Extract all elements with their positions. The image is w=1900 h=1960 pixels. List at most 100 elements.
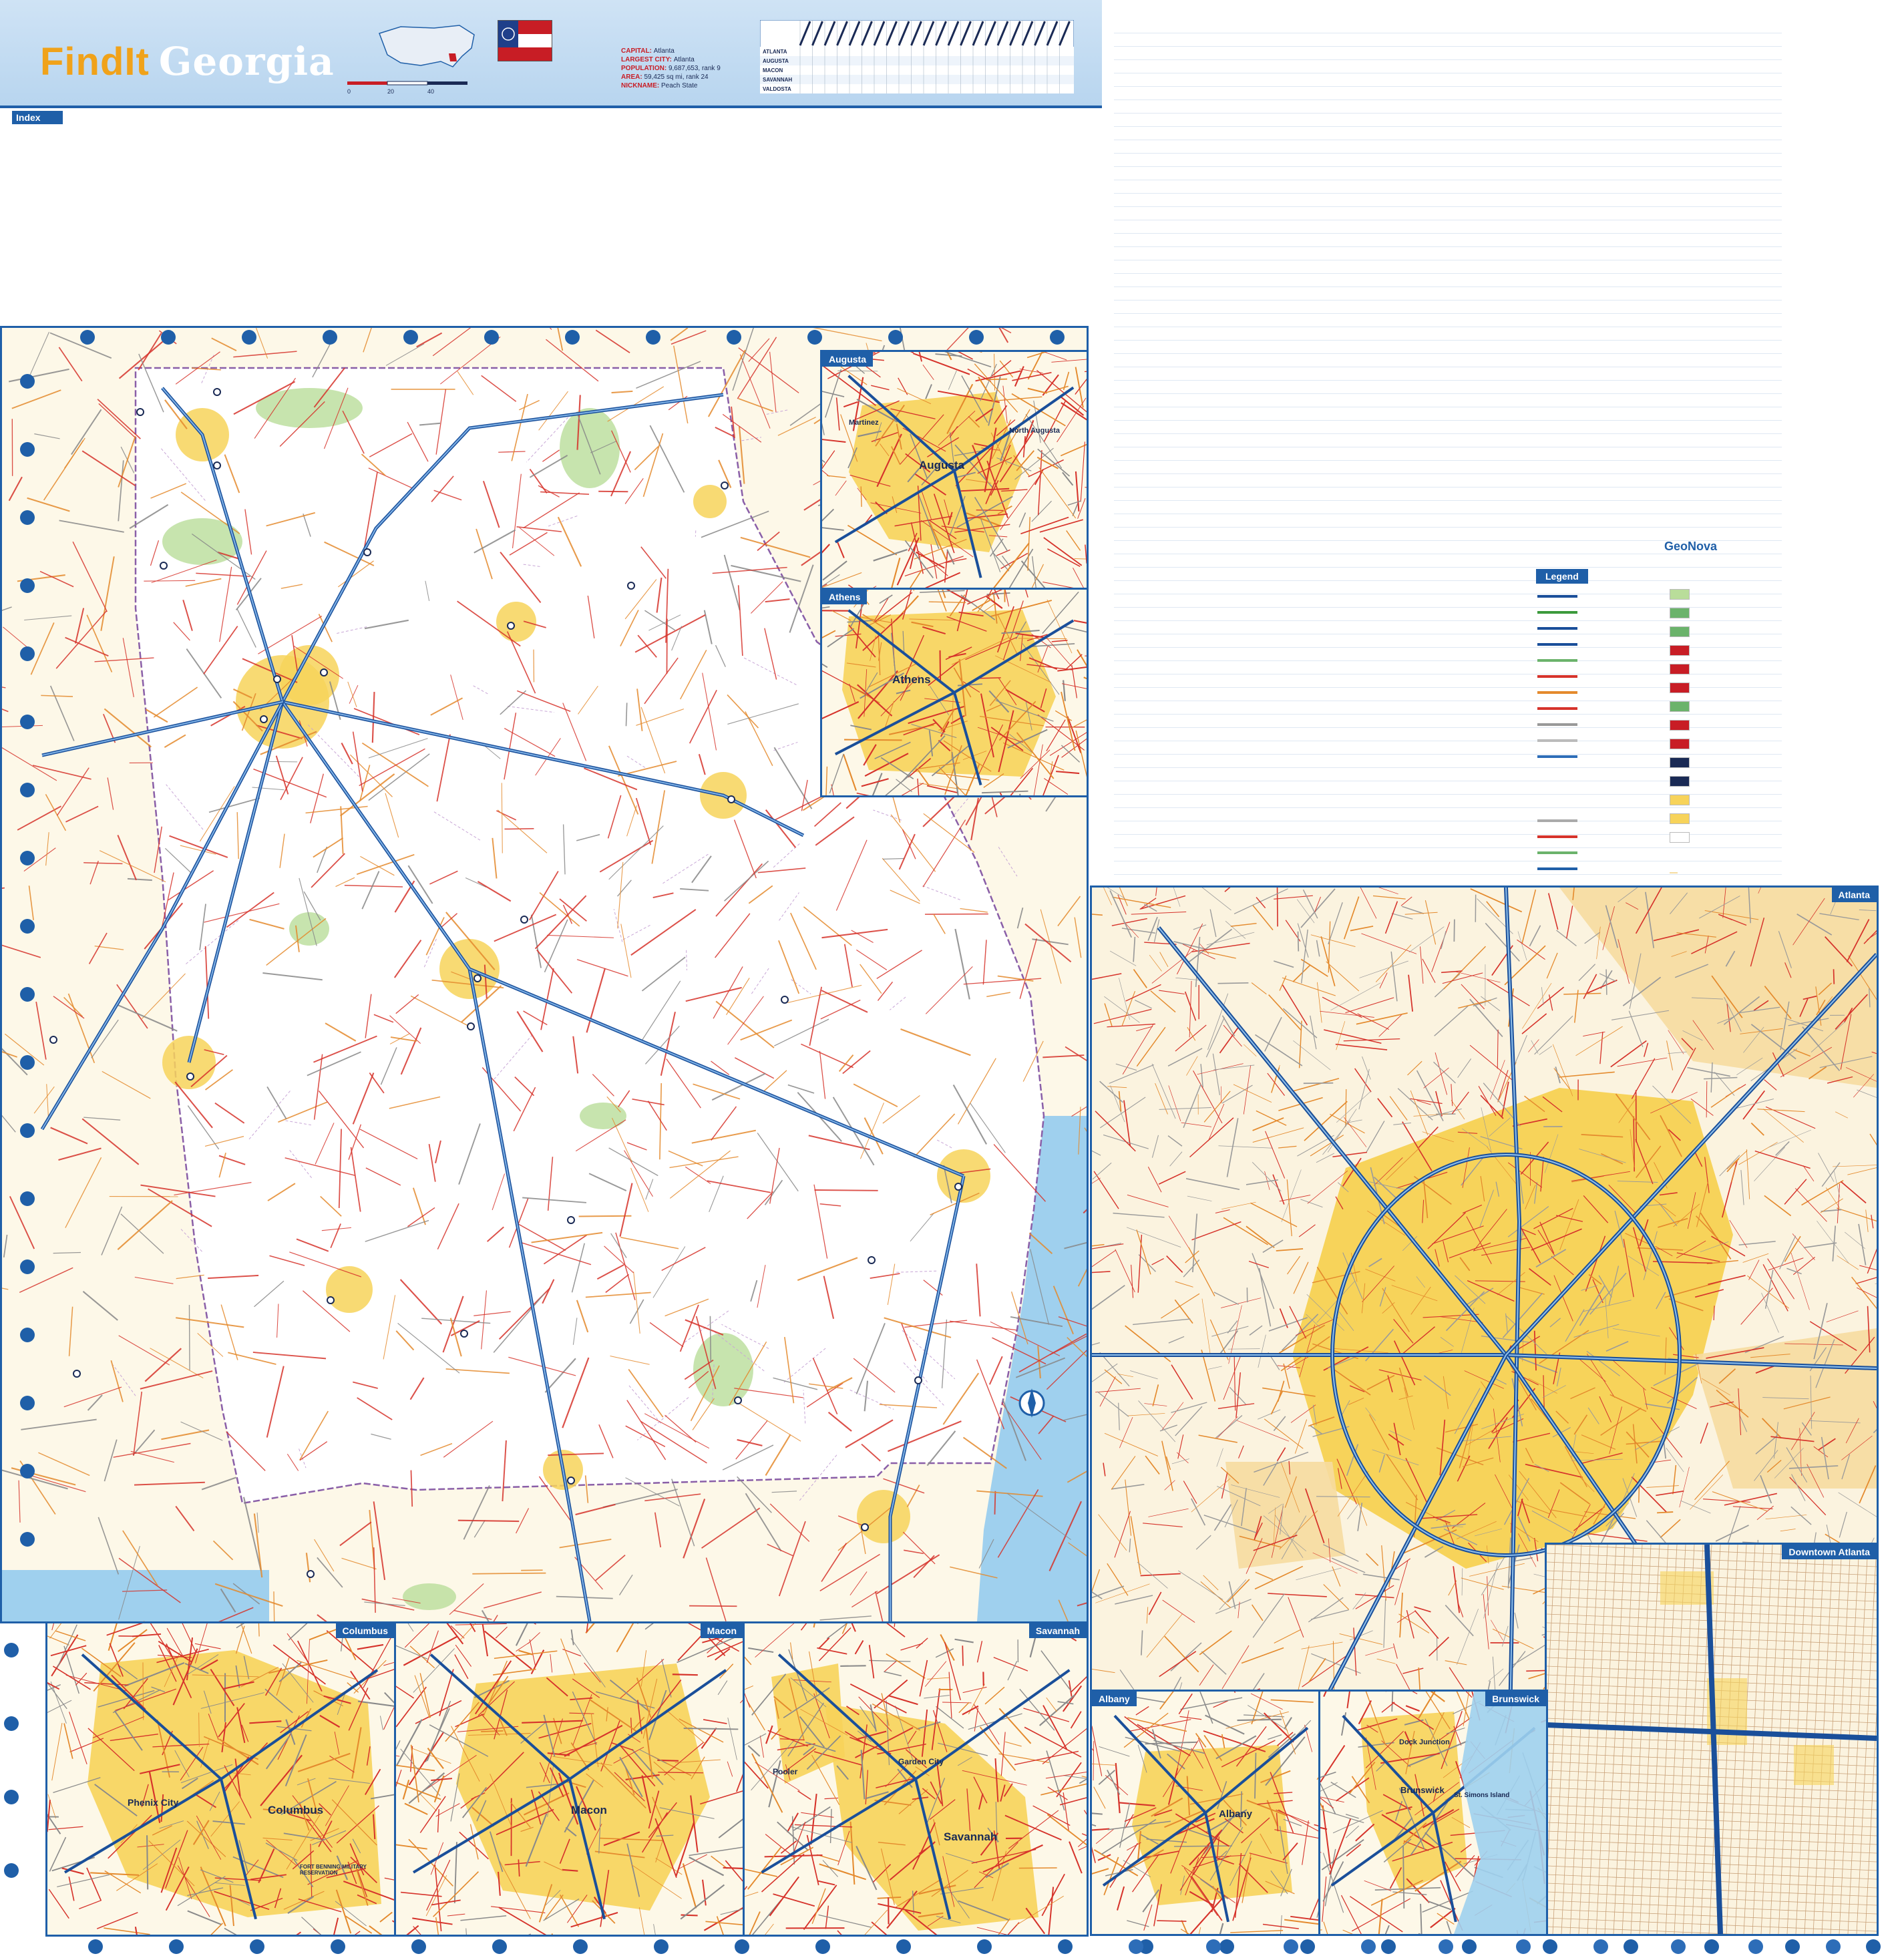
road bbox=[100, 556, 115, 631]
urban-area bbox=[496, 602, 536, 642]
urban-area bbox=[693, 485, 727, 518]
park-area bbox=[693, 1333, 753, 1406]
index-column bbox=[679, 127, 757, 317]
road bbox=[9, 368, 69, 383]
park-area bbox=[560, 408, 620, 488]
road bbox=[81, 1118, 140, 1165]
road bbox=[89, 860, 99, 885]
scale-label-2: 40 bbox=[427, 88, 434, 95]
road bbox=[777, 417, 816, 436]
road bbox=[8, 476, 23, 502]
urban-area bbox=[857, 1490, 910, 1543]
columbus-inset[interactable]: Columbus Columbus Phenix City FORT BENNI… bbox=[45, 1621, 397, 1937]
augusta-inset-martinez: Martinez bbox=[849, 419, 879, 427]
index-column bbox=[12, 127, 91, 317]
road bbox=[2, 887, 5, 889]
city-dot bbox=[327, 1296, 335, 1304]
augusta-inset-north-augusta: North Augusta bbox=[1009, 427, 1060, 435]
city-dot bbox=[73, 1370, 81, 1378]
road bbox=[65, 805, 99, 823]
downtown-street bbox=[1795, 1545, 1817, 1934]
inset-road bbox=[142, 1662, 144, 1720]
road bbox=[904, 1549, 924, 1555]
road bbox=[595, 1555, 626, 1581]
road bbox=[72, 541, 108, 612]
road bbox=[34, 433, 60, 439]
index-column bbox=[513, 127, 592, 317]
road bbox=[118, 460, 124, 522]
index-column bbox=[430, 127, 509, 317]
city-dot bbox=[473, 974, 482, 982]
atlanta-road bbox=[1453, 919, 1455, 942]
road bbox=[41, 695, 73, 697]
fact-value: Peach State bbox=[661, 82, 698, 89]
inset-urban-area bbox=[1132, 1745, 1292, 1905]
atlanta-road bbox=[1605, 969, 1607, 995]
athens-inset-city: Athens bbox=[892, 673, 931, 686]
road bbox=[432, 328, 471, 357]
park-area bbox=[403, 1583, 456, 1610]
road bbox=[472, 1572, 546, 1575]
road bbox=[1071, 1106, 1087, 1117]
city-dot bbox=[460, 1330, 468, 1338]
road bbox=[705, 1557, 727, 1621]
georgia-flag bbox=[498, 20, 552, 61]
downtown-street bbox=[1587, 1545, 1608, 1934]
road bbox=[549, 328, 552, 330]
columbus-inset-city: Columbus bbox=[268, 1804, 324, 1816]
road bbox=[256, 1512, 259, 1533]
city-dot bbox=[507, 622, 515, 630]
road bbox=[59, 520, 124, 533]
road bbox=[671, 330, 707, 345]
road bbox=[767, 1543, 793, 1557]
road bbox=[385, 343, 425, 366]
road bbox=[11, 389, 61, 409]
road bbox=[902, 1531, 936, 1565]
road bbox=[364, 1601, 405, 1607]
fact-key: CAPITAL: bbox=[621, 47, 654, 55]
downtown-street bbox=[1547, 1856, 1877, 1871]
road bbox=[50, 1127, 88, 1145]
albany-inset-title: Albany bbox=[1092, 1692, 1137, 1706]
index-column bbox=[1010, 127, 1089, 317]
augusta-inset-city: Augusta bbox=[919, 459, 964, 471]
road bbox=[2, 1469, 68, 1490]
road bbox=[45, 832, 49, 866]
albany-inset[interactable]: Albany Albany bbox=[1090, 1690, 1321, 1936]
road bbox=[97, 399, 141, 439]
road bbox=[2, 1115, 16, 1133]
road bbox=[2, 606, 12, 611]
road bbox=[2, 687, 6, 689]
inset-road bbox=[860, 486, 862, 507]
road bbox=[671, 1479, 695, 1547]
savannah-inset[interactable]: Savannah Savannah Garden City Pooler bbox=[743, 1621, 1089, 1937]
brunswick-inset[interactable]: Brunswick Brunswick Dock Junction St. Si… bbox=[1318, 1690, 1548, 1936]
road bbox=[1019, 938, 1037, 999]
athens-inset-canvas bbox=[822, 590, 1087, 795]
downtown-street bbox=[1547, 1848, 1877, 1863]
road bbox=[745, 1493, 782, 1552]
mileage-row-bg bbox=[760, 75, 1074, 84]
augusta-inset[interactable]: Augusta Augusta North Augusta Martinez bbox=[820, 350, 1089, 592]
road bbox=[98, 1517, 120, 1575]
index-column-right bbox=[1461, 20, 1538, 528]
urban-area bbox=[326, 1266, 373, 1313]
road bbox=[689, 1605, 737, 1607]
index-title: Index bbox=[12, 111, 63, 124]
downtown-street bbox=[1547, 1787, 1877, 1802]
index-column bbox=[99, 127, 178, 317]
road bbox=[849, 1571, 868, 1596]
road bbox=[180, 1421, 223, 1441]
road bbox=[913, 1555, 935, 1579]
index-column-right bbox=[1378, 20, 1460, 881]
macon-inset[interactable]: Macon Macon bbox=[394, 1621, 745, 1937]
road bbox=[317, 1614, 327, 1621]
road bbox=[71, 409, 102, 455]
atlanta-road bbox=[1833, 969, 1835, 984]
downtown-atlanta-inset[interactable]: Downtown Atlanta bbox=[1545, 1543, 1879, 1936]
city-dot bbox=[213, 388, 221, 396]
inset-road bbox=[1018, 1867, 1057, 1869]
athens-inset[interactable]: Athens Athens bbox=[820, 588, 1089, 797]
downtown-street bbox=[1595, 1545, 1617, 1934]
road bbox=[39, 570, 74, 588]
